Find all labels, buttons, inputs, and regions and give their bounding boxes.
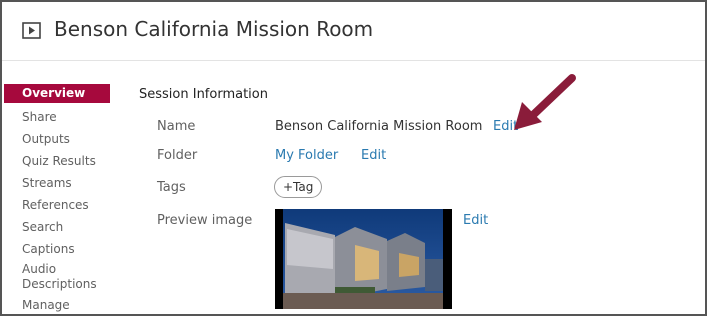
preview-building-image (275, 209, 452, 309)
edit-folder-link[interactable]: Edit (361, 148, 386, 163)
sidebar-item-references[interactable]: References (4, 194, 110, 216)
page-header: Benson California Mission Room (2, 2, 705, 61)
sidebar-item-search[interactable]: Search (4, 216, 110, 238)
sidebar-item-share[interactable]: Share (4, 106, 110, 128)
name-label: Name (157, 119, 196, 134)
section-title: Session Information (139, 87, 268, 102)
sidebar-item-overview[interactable]: Overview (4, 84, 110, 103)
sidebar-item-outputs[interactable]: Outputs (4, 128, 110, 150)
sidebar-item-captions[interactable]: Captions (4, 238, 110, 260)
folder-label: Folder (157, 148, 198, 163)
page-title: Benson California Mission Room (54, 17, 374, 41)
folder-link[interactable]: My Folder (275, 148, 338, 163)
sidebar-item-streams[interactable]: Streams (4, 172, 110, 194)
sidebar-item-quiz-results[interactable]: Quiz Results (4, 150, 110, 172)
preview-image (275, 209, 452, 309)
app-window: Benson California Mission Room Overview … (0, 0, 707, 316)
annotation-arrow-icon (514, 74, 576, 130)
edit-preview-image-link[interactable]: Edit (463, 213, 488, 228)
preview-image-label: Preview image (157, 213, 253, 228)
session-name-value: Benson California Mission Room (275, 119, 483, 134)
video-play-icon (22, 22, 41, 39)
sidebar-item-audio-descriptions[interactable]: Audio Descriptions (4, 260, 110, 294)
sidebar-item-manage[interactable]: Manage (4, 294, 110, 314)
add-tag-button[interactable]: +Tag (274, 176, 323, 198)
sidebar-nav: Overview Share Outputs Quiz Results Stre… (4, 84, 110, 314)
tags-label: Tags (157, 180, 186, 195)
